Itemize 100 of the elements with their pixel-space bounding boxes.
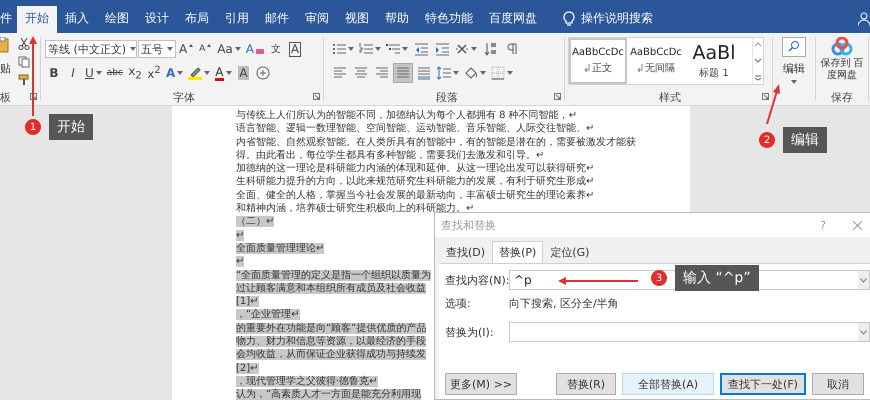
caret-icon — [167, 47, 173, 51]
highlighter-pen-icon — [188, 66, 202, 80]
menu-tab[interactable]: 绘图 — [97, 6, 137, 33]
menu-tab[interactable]: 插入 — [57, 6, 97, 33]
step-number: 1 — [25, 119, 41, 135]
dialog-launcher-icon — [762, 93, 769, 100]
scroll-down-icon — [754, 58, 762, 64]
copy-icon — [18, 56, 30, 68]
document-text-line: 语言智能、逻辑一数理智能、空间智能、运动智能、音乐智能、人际交往智能、↵ — [236, 123, 594, 134]
menu-tab[interactable]: 开始 — [17, 6, 57, 33]
caret-icon — [480, 71, 486, 75]
caret-icon — [96, 71, 102, 75]
tell-me-search[interactable]: 操作说明搜索 — [581, 6, 653, 33]
shrink-font-button[interactable]: A — [196, 39, 214, 59]
line-spacing-icon — [437, 66, 451, 80]
document-text-line: 得。由此看出，每位学生都具有多种智能，需要我们去激发和引导。↵ — [236, 150, 544, 161]
style-item[interactable]: AaBbCcDc 无间隔 — [627, 38, 685, 84]
change-case-button[interactable]: Aa — [215, 39, 243, 59]
menu-tab[interactable]: 引用 — [217, 6, 257, 33]
dialog-launcher-icon — [313, 93, 320, 100]
character-border-button[interactable]: A — [286, 39, 304, 59]
superscript-button[interactable]: x$^{2}$ — [144, 63, 163, 83]
sort-icon — [483, 42, 497, 56]
numbering-icon — [359, 42, 373, 56]
character-shading-button[interactable]: A — [234, 63, 252, 83]
save-to-baidu-button[interactable]: 保存到 百度网盘 — [816, 37, 868, 82]
dialog-button[interactable]: 全部替换(A) — [622, 373, 714, 395]
dialog-launcher-icon — [554, 93, 561, 100]
callout-label: 编辑 — [783, 127, 827, 153]
scroll-up-icon — [754, 41, 762, 47]
menu-tab[interactable]: 布局 — [177, 6, 217, 33]
text-effects-button[interactable]: A — [164, 63, 186, 83]
align-left-icon — [333, 66, 347, 80]
strikethrough-button[interactable]: abc — [104, 63, 125, 83]
close-icon — [852, 220, 862, 230]
dialog-button[interactable]: 取消 — [812, 373, 864, 395]
document-text-line: 加德纳的这一理论是科研能力内涵的体现和延伸。从这一理论出发可以获得研究↵ — [236, 163, 594, 174]
menu-tab[interactable]: 视图 — [337, 6, 377, 33]
menu-tab[interactable]: 设计 — [137, 6, 177, 33]
align-right-icon — [375, 66, 389, 80]
field-label: 替换为(I): — [445, 324, 495, 340]
caret-icon — [507, 71, 513, 75]
menu-tab[interactable]: 审阅 — [297, 6, 337, 33]
dialog-tab[interactable]: 定位(G) — [543, 241, 596, 264]
font-color-button[interactable]: A — [213, 63, 234, 83]
caret-icon — [177, 71, 184, 75]
dialog-button[interactable]: 替换(R) — [556, 373, 616, 395]
caret-icon — [791, 80, 797, 84]
style-item[interactable]: AaBl 标题 1 — [685, 38, 743, 84]
caret-icon — [348, 47, 354, 51]
paste-button[interactable]: 贴 — [0, 61, 11, 76]
group-label: 样式 — [659, 90, 681, 104]
group-label: 段落 — [436, 90, 458, 104]
style-item[interactable]: AaBbCcDc 正文 — [569, 38, 627, 84]
document-text-line: 生科研能力提升的方向，以此来规范研究生科研能力的发展，有利于研究生形成↵ — [236, 176, 594, 188]
caret-icon — [375, 47, 381, 51]
borders-icon — [491, 66, 505, 80]
menu-tab[interactable]: 百度网盘 — [481, 6, 545, 33]
step-number: 2 — [759, 132, 775, 148]
document-text-line: 与传统上人们所认为的智能不同，加德纳认为每个人都拥有 8 种不同智能，↵ — [236, 110, 578, 121]
menu-tab[interactable]: 帮助 — [377, 6, 417, 33]
phonetic-guide-button[interactable]: 文 — [267, 39, 285, 59]
scissors-icon — [18, 38, 30, 50]
group-label: 字体 — [173, 90, 195, 104]
person-icon — [858, 12, 870, 26]
dialog-tab[interactable]: 查找(D) — [439, 241, 492, 264]
dialog-title: 查找和替换 — [441, 218, 496, 232]
options-text: 向下搜索, 区分全/半角 — [509, 296, 619, 310]
options-label: 选项: — [445, 296, 472, 310]
bold-button[interactable]: B — [45, 63, 63, 83]
close-button[interactable] — [850, 218, 864, 232]
asian-layout-icon — [455, 42, 469, 56]
align-center-icon — [354, 66, 368, 80]
grow-font-button[interactable]: A — [177, 39, 196, 59]
document-text-line: 和精神内涵，培养硕士研究生积极向上的科研能力。↵ — [236, 203, 474, 214]
enclosed-character-icon — [256, 66, 270, 80]
justify-button[interactable] — [393, 63, 413, 83]
dialog-tab[interactable]: 替换(P) — [492, 241, 544, 264]
italic-button[interactable]: I — [64, 63, 82, 83]
multilevel-list-icon — [386, 42, 400, 56]
underline-button[interactable]: U — [83, 63, 104, 83]
dialog-button[interactable]: 更多(M) >> — [445, 373, 517, 395]
caret-icon — [453, 71, 459, 75]
font-name-dropdown[interactable]: 等线 (中文正文) — [45, 40, 137, 58]
editing-button[interactable]: 编辑 — [773, 37, 815, 84]
document-text-line: 内省智能、自然观察智能。在人类所具有的智能中，有的智能是潜在的，需要被激发才能获 — [236, 136, 636, 148]
menu-tab[interactable]: 件 — [0, 6, 17, 33]
bullets-icon — [332, 42, 346, 56]
clear-formatting-button[interactable]: A — [244, 39, 266, 59]
distributed-icon — [417, 66, 431, 80]
subscript-button[interactable]: x$_{2}$ — [126, 63, 144, 83]
document-text-line: 全面、健全的人格，掌握当今社会发展的最新动向，丰富硕士研究生的理论素养↵ — [236, 190, 594, 201]
dialog-button[interactable]: 查找下一处(F) — [720, 373, 806, 395]
menu-tab[interactable]: 邮件 — [257, 6, 297, 33]
group-label: 保存 — [831, 90, 853, 104]
callout-label: 开始 — [49, 114, 93, 140]
font-size-dropdown[interactable]: 五号 — [138, 40, 176, 58]
menu-tab[interactable]: 特色功能 — [417, 6, 481, 33]
caret-icon — [226, 71, 232, 75]
field-label: 查找内容(N): — [445, 272, 509, 288]
